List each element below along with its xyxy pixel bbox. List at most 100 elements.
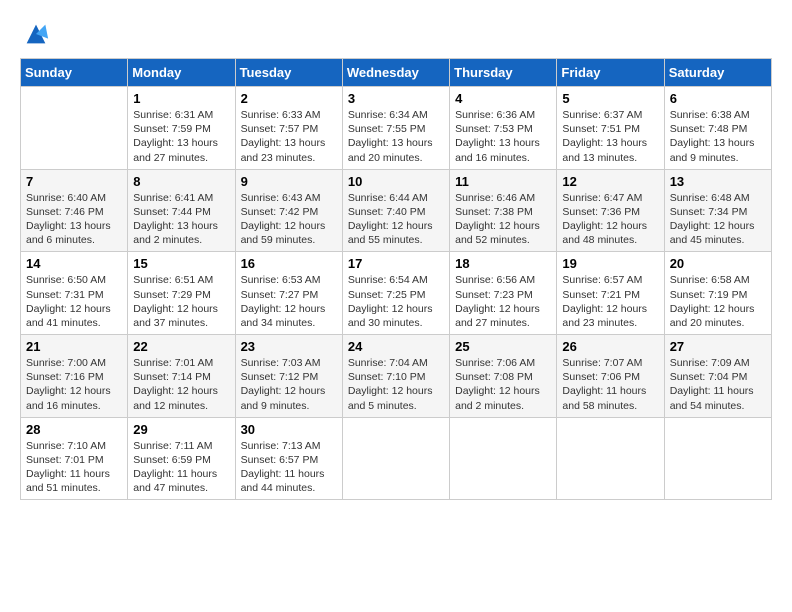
calendar-cell: 10 Sunrise: 6:44 AMSunset: 7:40 PMDaylig… <box>342 169 449 252</box>
day-number: 9 <box>241 174 337 189</box>
calendar-cell: 28 Sunrise: 7:10 AMSunset: 7:01 PMDaylig… <box>21 417 128 500</box>
cell-info: Sunrise: 7:03 AMSunset: 7:12 PMDaylight:… <box>241 356 337 413</box>
calendar-cell: 12 Sunrise: 6:47 AMSunset: 7:36 PMDaylig… <box>557 169 664 252</box>
calendar-cell: 22 Sunrise: 7:01 AMSunset: 7:14 PMDaylig… <box>128 335 235 418</box>
calendar-week-2: 7 Sunrise: 6:40 AMSunset: 7:46 PMDayligh… <box>21 169 772 252</box>
cell-info: Sunrise: 6:51 AMSunset: 7:29 PMDaylight:… <box>133 273 229 330</box>
cell-info: Sunrise: 6:38 AMSunset: 7:48 PMDaylight:… <box>670 108 766 165</box>
day-number: 27 <box>670 339 766 354</box>
day-number: 30 <box>241 422 337 437</box>
calendar-cell: 16 Sunrise: 6:53 AMSunset: 7:27 PMDaylig… <box>235 252 342 335</box>
day-header-monday: Monday <box>128 59 235 87</box>
calendar-cell: 2 Sunrise: 6:33 AMSunset: 7:57 PMDayligh… <box>235 87 342 170</box>
day-header-sunday: Sunday <box>21 59 128 87</box>
day-header-friday: Friday <box>557 59 664 87</box>
cell-info: Sunrise: 7:10 AMSunset: 7:01 PMDaylight:… <box>26 439 122 496</box>
day-header-tuesday: Tuesday <box>235 59 342 87</box>
day-number: 24 <box>348 339 444 354</box>
cell-info: Sunrise: 6:44 AMSunset: 7:40 PMDaylight:… <box>348 191 444 248</box>
cell-info: Sunrise: 6:57 AMSunset: 7:21 PMDaylight:… <box>562 273 658 330</box>
calendar-cell: 5 Sunrise: 6:37 AMSunset: 7:51 PMDayligh… <box>557 87 664 170</box>
day-number: 29 <box>133 422 229 437</box>
calendar-week-4: 21 Sunrise: 7:00 AMSunset: 7:16 PMDaylig… <box>21 335 772 418</box>
calendar-cell: 30 Sunrise: 7:13 AMSunset: 6:57 PMDaylig… <box>235 417 342 500</box>
cell-info: Sunrise: 7:06 AMSunset: 7:08 PMDaylight:… <box>455 356 551 413</box>
cell-info: Sunrise: 6:33 AMSunset: 7:57 PMDaylight:… <box>241 108 337 165</box>
cell-info: Sunrise: 6:40 AMSunset: 7:46 PMDaylight:… <box>26 191 122 248</box>
cell-info: Sunrise: 7:01 AMSunset: 7:14 PMDaylight:… <box>133 356 229 413</box>
day-number: 19 <box>562 256 658 271</box>
day-number: 14 <box>26 256 122 271</box>
cell-info: Sunrise: 7:09 AMSunset: 7:04 PMDaylight:… <box>670 356 766 413</box>
day-number: 13 <box>670 174 766 189</box>
day-number: 16 <box>241 256 337 271</box>
calendar-cell: 14 Sunrise: 6:50 AMSunset: 7:31 PMDaylig… <box>21 252 128 335</box>
cell-info: Sunrise: 6:34 AMSunset: 7:55 PMDaylight:… <box>348 108 444 165</box>
day-number: 26 <box>562 339 658 354</box>
cell-info: Sunrise: 6:41 AMSunset: 7:44 PMDaylight:… <box>133 191 229 248</box>
day-number: 22 <box>133 339 229 354</box>
calendar-cell: 21 Sunrise: 7:00 AMSunset: 7:16 PMDaylig… <box>21 335 128 418</box>
day-number: 2 <box>241 91 337 106</box>
cell-info: Sunrise: 6:36 AMSunset: 7:53 PMDaylight:… <box>455 108 551 165</box>
day-number: 28 <box>26 422 122 437</box>
day-number: 8 <box>133 174 229 189</box>
calendar-cell: 7 Sunrise: 6:40 AMSunset: 7:46 PMDayligh… <box>21 169 128 252</box>
calendar-cell: 15 Sunrise: 6:51 AMSunset: 7:29 PMDaylig… <box>128 252 235 335</box>
calendar-cell: 29 Sunrise: 7:11 AMSunset: 6:59 PMDaylig… <box>128 417 235 500</box>
calendar-cell: 17 Sunrise: 6:54 AMSunset: 7:25 PMDaylig… <box>342 252 449 335</box>
logo-icon <box>22 20 50 48</box>
day-number: 1 <box>133 91 229 106</box>
day-header-saturday: Saturday <box>664 59 771 87</box>
calendar-cell <box>557 417 664 500</box>
calendar-cell: 1 Sunrise: 6:31 AMSunset: 7:59 PMDayligh… <box>128 87 235 170</box>
cell-info: Sunrise: 6:53 AMSunset: 7:27 PMDaylight:… <box>241 273 337 330</box>
day-number: 7 <box>26 174 122 189</box>
calendar-header-row: SundayMondayTuesdayWednesdayThursdayFrid… <box>21 59 772 87</box>
day-number: 15 <box>133 256 229 271</box>
calendar-week-1: 1 Sunrise: 6:31 AMSunset: 7:59 PMDayligh… <box>21 87 772 170</box>
calendar-cell: 11 Sunrise: 6:46 AMSunset: 7:38 PMDaylig… <box>450 169 557 252</box>
day-number: 5 <box>562 91 658 106</box>
day-number: 4 <box>455 91 551 106</box>
calendar-cell: 4 Sunrise: 6:36 AMSunset: 7:53 PMDayligh… <box>450 87 557 170</box>
cell-info: Sunrise: 6:43 AMSunset: 7:42 PMDaylight:… <box>241 191 337 248</box>
day-number: 17 <box>348 256 444 271</box>
cell-info: Sunrise: 7:04 AMSunset: 7:10 PMDaylight:… <box>348 356 444 413</box>
calendar-cell: 13 Sunrise: 6:48 AMSunset: 7:34 PMDaylig… <box>664 169 771 252</box>
calendar-week-5: 28 Sunrise: 7:10 AMSunset: 7:01 PMDaylig… <box>21 417 772 500</box>
calendar-cell <box>21 87 128 170</box>
calendar-cell: 23 Sunrise: 7:03 AMSunset: 7:12 PMDaylig… <box>235 335 342 418</box>
calendar-cell: 9 Sunrise: 6:43 AMSunset: 7:42 PMDayligh… <box>235 169 342 252</box>
day-number: 3 <box>348 91 444 106</box>
cell-info: Sunrise: 7:00 AMSunset: 7:16 PMDaylight:… <box>26 356 122 413</box>
day-header-thursday: Thursday <box>450 59 557 87</box>
day-number: 18 <box>455 256 551 271</box>
calendar-cell <box>664 417 771 500</box>
logo <box>20 20 50 48</box>
cell-info: Sunrise: 7:11 AMSunset: 6:59 PMDaylight:… <box>133 439 229 496</box>
calendar-cell: 25 Sunrise: 7:06 AMSunset: 7:08 PMDaylig… <box>450 335 557 418</box>
calendar-cell: 20 Sunrise: 6:58 AMSunset: 7:19 PMDaylig… <box>664 252 771 335</box>
cell-info: Sunrise: 7:07 AMSunset: 7:06 PMDaylight:… <box>562 356 658 413</box>
cell-info: Sunrise: 6:50 AMSunset: 7:31 PMDaylight:… <box>26 273 122 330</box>
cell-info: Sunrise: 6:48 AMSunset: 7:34 PMDaylight:… <box>670 191 766 248</box>
calendar-cell: 8 Sunrise: 6:41 AMSunset: 7:44 PMDayligh… <box>128 169 235 252</box>
cell-info: Sunrise: 6:37 AMSunset: 7:51 PMDaylight:… <box>562 108 658 165</box>
calendar-cell: 6 Sunrise: 6:38 AMSunset: 7:48 PMDayligh… <box>664 87 771 170</box>
day-number: 21 <box>26 339 122 354</box>
calendar-week-3: 14 Sunrise: 6:50 AMSunset: 7:31 PMDaylig… <box>21 252 772 335</box>
calendar-cell: 27 Sunrise: 7:09 AMSunset: 7:04 PMDaylig… <box>664 335 771 418</box>
calendar-table: SundayMondayTuesdayWednesdayThursdayFrid… <box>20 58 772 500</box>
calendar-cell: 3 Sunrise: 6:34 AMSunset: 7:55 PMDayligh… <box>342 87 449 170</box>
day-header-wednesday: Wednesday <box>342 59 449 87</box>
calendar-cell <box>450 417 557 500</box>
calendar-cell <box>342 417 449 500</box>
cell-info: Sunrise: 6:56 AMSunset: 7:23 PMDaylight:… <box>455 273 551 330</box>
day-number: 23 <box>241 339 337 354</box>
day-number: 11 <box>455 174 551 189</box>
cell-info: Sunrise: 6:58 AMSunset: 7:19 PMDaylight:… <box>670 273 766 330</box>
cell-info: Sunrise: 6:31 AMSunset: 7:59 PMDaylight:… <box>133 108 229 165</box>
day-number: 20 <box>670 256 766 271</box>
page-header <box>20 20 772 48</box>
